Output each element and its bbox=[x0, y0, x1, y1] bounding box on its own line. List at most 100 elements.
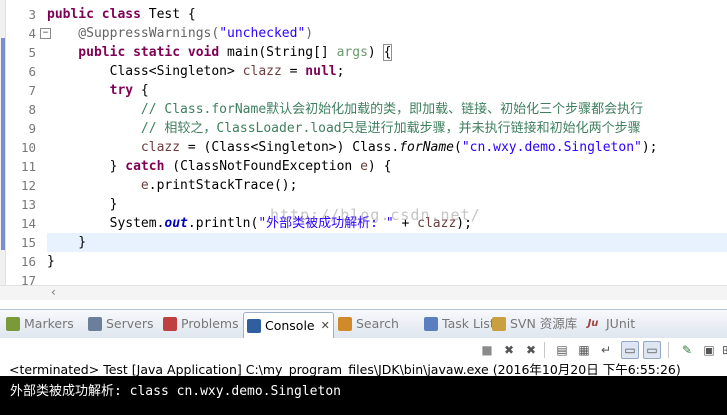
pin-icon: ✎ bbox=[681, 343, 693, 357]
show-on-err-button[interactable]: ▭ bbox=[643, 341, 661, 359]
clear-console-button[interactable]: ▤ bbox=[553, 341, 571, 359]
line-number: 5 bbox=[28, 45, 36, 60]
tab-console[interactable]: Console ✕ bbox=[243, 312, 334, 338]
code-token: try bbox=[47, 83, 134, 98]
line-number-gutter: 3 4 5 6 7 8 9 10 11 12 13 14 15 16 17− bbox=[6, 0, 51, 285]
word-wrap-button[interactable]: ↵ bbox=[597, 341, 615, 359]
code-token: .printStackTrace(); bbox=[148, 178, 298, 193]
scroll-corner bbox=[0, 285, 47, 300]
code-line[interactable]: public static void main(String[] args) { bbox=[47, 43, 727, 62]
code-token: e bbox=[140, 178, 149, 193]
line-number: 16 bbox=[20, 254, 36, 269]
line-number: 11 bbox=[20, 159, 36, 174]
display-console-button[interactable]: ▣ bbox=[700, 341, 718, 359]
tab-label: Console bbox=[265, 317, 315, 333]
code-token: clazz bbox=[242, 64, 282, 79]
code-token: e bbox=[360, 159, 368, 174]
code-line[interactable]: } catch (ClassNotFoundException e) { bbox=[47, 157, 727, 176]
code-token: } bbox=[47, 235, 87, 250]
code-token: ) bbox=[305, 26, 314, 41]
console-icon bbox=[247, 318, 261, 333]
console-header: ■✖✖▤▦↵▭▭✎▣⊞ <terminated> Test [Java Appl… bbox=[0, 338, 727, 377]
code-area[interactable]: public class Test { @SuppressWarnings("u… bbox=[47, 0, 727, 285]
code-token: (ClassNotFoundException bbox=[164, 159, 361, 174]
change-marker bbox=[1, 38, 5, 250]
code-token: System. bbox=[47, 216, 165, 231]
code-token: ) { bbox=[367, 159, 392, 174]
code-line[interactable] bbox=[47, 271, 727, 285]
code-token: forName bbox=[399, 140, 455, 155]
code-line[interactable]: } bbox=[47, 233, 727, 252]
code-token: // 相较之，ClassLoader.load只是进行加载步骤，并未执行链接和初… bbox=[47, 121, 641, 136]
code-token: } bbox=[47, 197, 118, 212]
code-line[interactable]: // Class.forName默认会初始化加载的类，即加载、链接、初始化三个步… bbox=[47, 100, 727, 119]
code-line[interactable]: public class Test { bbox=[47, 5, 727, 24]
code-token: catch bbox=[125, 159, 165, 174]
console-output-line: 外部类被成功解析: class cn.wxy.demo.Singleton bbox=[10, 384, 341, 399]
display-console-icon: ▣ bbox=[703, 343, 715, 357]
code-token: .println( bbox=[187, 216, 259, 231]
scroll-lock-icon: ▦ bbox=[578, 343, 590, 357]
code-token: "cn.wxy.demo.Singleton" bbox=[461, 140, 642, 155]
tasklist-icon bbox=[424, 317, 438, 331]
tab-tasklist[interactable]: Task List bbox=[424, 313, 495, 335]
code-token: { bbox=[382, 44, 393, 61]
tab-junit[interactable]: Ju JUnit bbox=[584, 313, 636, 335]
open-console-icon: ⊞ bbox=[722, 343, 727, 357]
remove-launch-button[interactable]: ✖ bbox=[500, 341, 518, 359]
line-number: 6 bbox=[28, 64, 36, 79]
tab-svn[interactable]: SVN 资源库 bbox=[492, 313, 577, 335]
code-token: ); bbox=[641, 140, 658, 155]
tab-search[interactable]: Search bbox=[338, 313, 399, 335]
horizontal-scrollbar[interactable]: ‹ bbox=[47, 285, 727, 300]
tab-label: JUnit bbox=[606, 316, 636, 331]
wrap-icon: ↵ bbox=[600, 343, 612, 357]
servers-icon bbox=[88, 317, 102, 331]
code-line[interactable]: Class<Singleton> clazz = null; bbox=[47, 62, 727, 81]
toolbar-separator bbox=[544, 342, 545, 358]
close-icon[interactable]: ✕ bbox=[321, 315, 330, 337]
code-editor[interactable]: 3 4 5 6 7 8 9 10 11 12 13 14 15 16 17− public class Te… bbox=[0, 0, 727, 285]
search-icon bbox=[338, 317, 352, 331]
open-console-button[interactable]: ⊞ bbox=[718, 341, 727, 359]
show-out-icon: ▭ bbox=[624, 343, 636, 357]
tab-servers[interactable]: Servers bbox=[88, 313, 154, 335]
code-line[interactable]: try { bbox=[47, 81, 727, 100]
code-token: { bbox=[133, 83, 149, 98]
svn-icon bbox=[492, 317, 506, 331]
code-line[interactable]: } bbox=[47, 252, 727, 271]
code-line[interactable]: e.printStackTrace(); bbox=[47, 176, 727, 195]
line-number: 14 bbox=[20, 216, 36, 231]
line-number: 9 bbox=[28, 121, 36, 136]
remove-all-icon: ✖ bbox=[525, 343, 537, 357]
tab-problems[interactable]: Problems bbox=[163, 313, 239, 335]
show-on-out-button[interactable]: ▭ bbox=[621, 341, 639, 359]
scroll-lock-button[interactable]: ▦ bbox=[575, 341, 593, 359]
code-line[interactable]: @SuppressWarnings("unchecked") bbox=[47, 24, 727, 43]
console-output[interactable]: 外部类被成功解析: class cn.wxy.demo.Singleton bbox=[0, 376, 727, 415]
code-token: clazz bbox=[140, 140, 181, 155]
tab-markers[interactable]: Markers bbox=[6, 313, 74, 335]
view-tab-bar: Markers Servers Problems Console ✕ Search Task… bbox=[0, 309, 727, 339]
code-token: } bbox=[47, 159, 126, 174]
tab-label: Search bbox=[356, 316, 399, 331]
remove-all-button[interactable]: ✖ bbox=[522, 341, 540, 359]
pin-console-button[interactable]: ✎ bbox=[678, 341, 696, 359]
code-line[interactable]: // 相较之，ClassLoader.load只是进行加载步骤，并未执行链接和初… bbox=[47, 119, 727, 138]
code-token: public class bbox=[47, 7, 141, 22]
junit-icon: Ju bbox=[587, 318, 599, 329]
terminate-button[interactable]: ■ bbox=[478, 341, 496, 359]
line-number: 13 bbox=[20, 197, 36, 212]
scroll-left-icon[interactable]: ‹ bbox=[51, 286, 56, 299]
line-number: 17 bbox=[20, 273, 36, 285]
code-token: Test { bbox=[140, 7, 196, 22]
code-token: ; bbox=[336, 64, 345, 79]
line-number: 7 bbox=[28, 83, 36, 98]
code-token: = (Class<Singleton>) Class. bbox=[180, 140, 400, 155]
code-token: // Class.forName默认会初始化加载的类，即加载、链接、初始化三个步… bbox=[47, 102, 644, 117]
code-line[interactable]: clazz = (Class<Singleton>) Class.forName… bbox=[47, 138, 727, 157]
line-number: 15 bbox=[20, 235, 36, 250]
code-token: "unchecked" bbox=[219, 26, 306, 41]
